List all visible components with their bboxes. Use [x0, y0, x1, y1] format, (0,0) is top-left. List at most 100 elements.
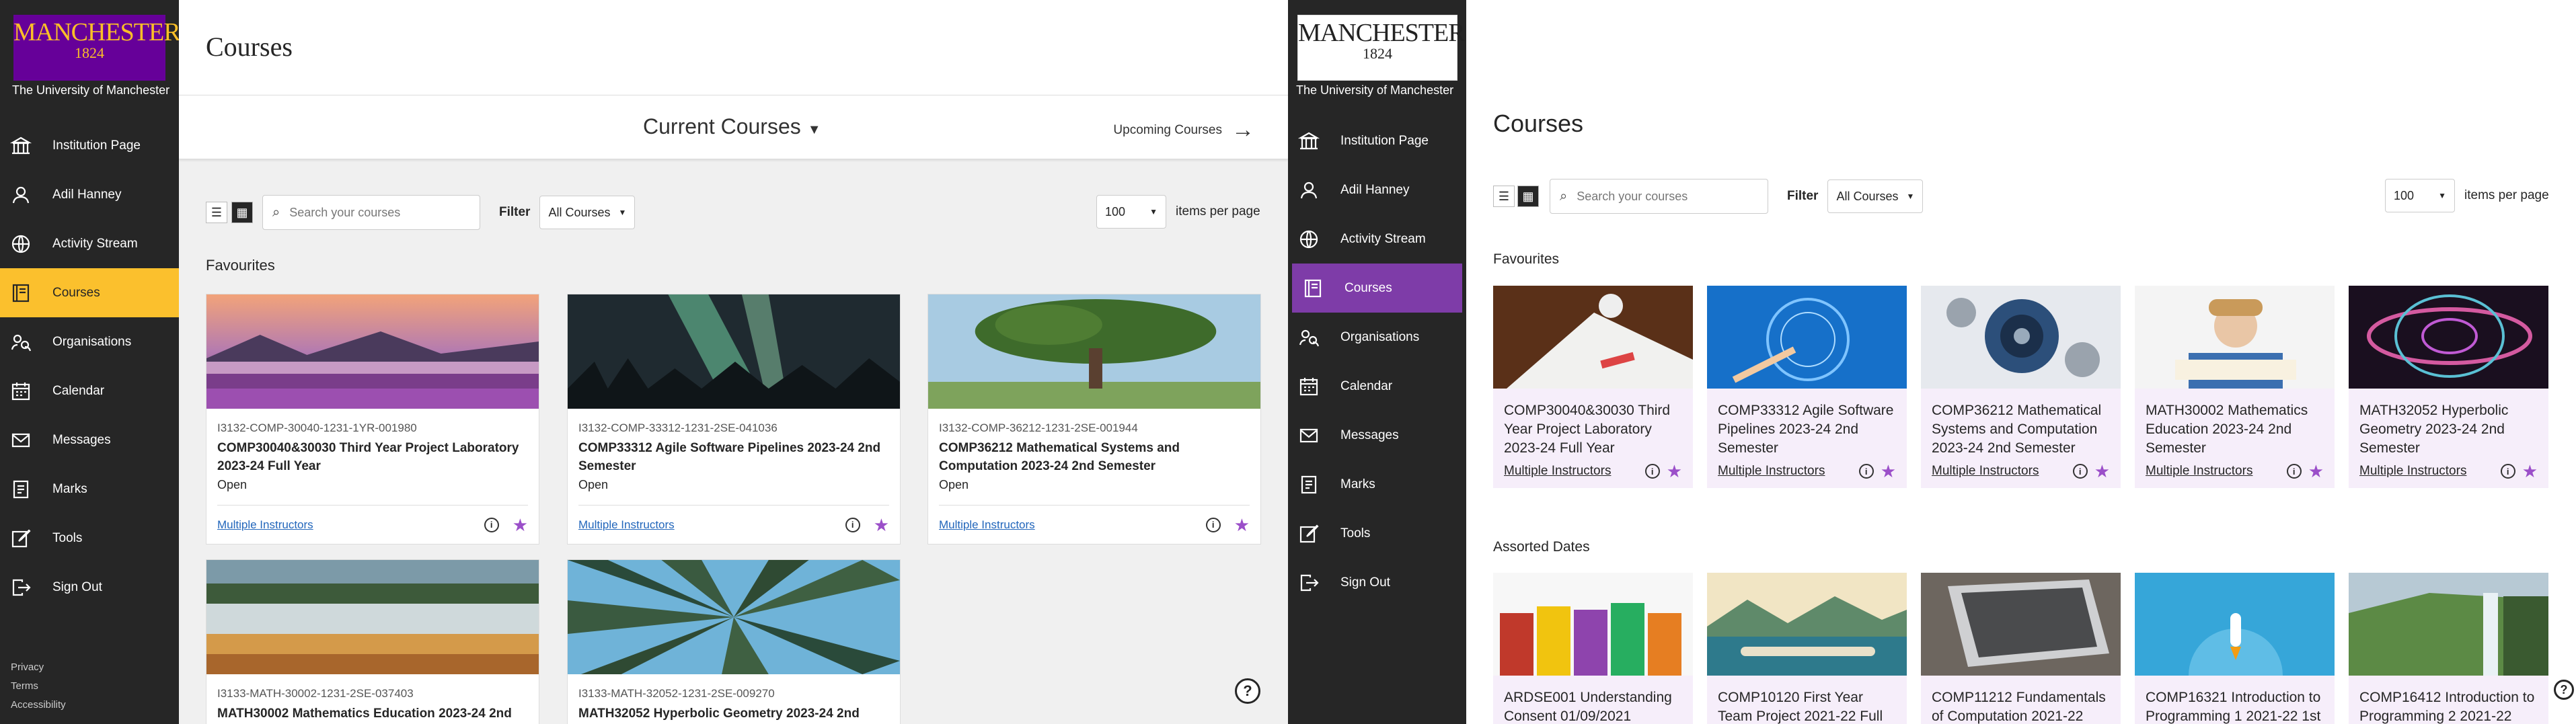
sidebar-item-sign-out[interactable]: Sign Out [0, 563, 179, 612]
course-card[interactable]: COMP10120 First Year Team Project 2021-2… [1707, 573, 1907, 724]
course-card[interactable]: COMP16321 Introduction to Programming 1 … [2135, 573, 2335, 724]
items-per-page-label: items per page [1176, 204, 1260, 218]
sidebar-item-courses[interactable]: Courses [1292, 264, 1462, 313]
right-panel: MANCHESTER 1824 The University of Manche… [1288, 0, 2576, 724]
sidebar-item-organisations[interactable]: Organisations [1288, 313, 1466, 362]
star-icon[interactable]: ★ [2522, 462, 2538, 480]
grid-view-button[interactable]: ▦ [231, 202, 253, 223]
course-card[interactable]: COMP30040&30030 Third Year Project Labor… [1493, 286, 1693, 488]
instructors-link[interactable]: Multiple Instructors [2146, 464, 2252, 479]
sidebar-item-calendar[interactable]: Calendar [0, 366, 179, 415]
privacy-link[interactable]: Privacy [11, 658, 66, 677]
sidebar-item-courses[interactable]: Courses [0, 268, 179, 317]
course-name[interactable]: COMP16321 Introduction to Programming 1 … [2146, 688, 2324, 724]
info-icon[interactable]: i [484, 517, 499, 532]
course-card[interactable]: I3133-MATH-32052-1231-2SE-009270 MATH320… [567, 559, 901, 724]
instructors-link[interactable]: Multiple Instructors [217, 518, 313, 532]
star-icon[interactable]: ★ [1881, 462, 1896, 480]
info-icon[interactable]: i [1644, 464, 1660, 479]
sidebar-item-marks[interactable]: Marks [1288, 460, 1466, 509]
course-name[interactable]: COMP33312 Agile Software Pipelines 2023-… [1718, 401, 1896, 458]
search-input[interactable]: Search your courses [1577, 190, 1688, 204]
course-name[interactable]: COMP33312 Agile Software Pipelines 2023-… [578, 439, 889, 475]
sidebar-item-calendar[interactable]: Calendar [1288, 362, 1466, 411]
search-box[interactable]: ⌕ Search your courses [1550, 179, 1768, 214]
accessibility-link[interactable]: Accessibility [11, 696, 66, 715]
course-card[interactable]: I3132-COMP-36212-1231-2SE-001944 COMP362… [927, 294, 1261, 545]
help-icon[interactable]: ? [2554, 680, 2574, 700]
instructors-link[interactable]: Multiple Instructors [1504, 464, 1611, 479]
upcoming-courses-link[interactable]: Upcoming Courses → [1113, 117, 1254, 143]
course-name[interactable]: MATH30002 Mathematics Education 2023-24 … [217, 705, 528, 723]
current-courses-dropdown[interactable]: Current Courses ▼ [643, 114, 821, 139]
star-icon[interactable]: ★ [2094, 462, 2110, 480]
info-icon[interactable]: i [2500, 464, 2515, 479]
instructors-link[interactable]: Multiple Instructors [578, 518, 675, 532]
terms-link[interactable]: Terms [11, 677, 66, 696]
course-name[interactable]: COMP36212 Mathematical Systems and Compu… [1932, 401, 2110, 458]
info-icon[interactable]: i [845, 517, 860, 532]
star-icon[interactable]: ★ [1667, 462, 1682, 480]
course-card[interactable]: COMP33312 Agile Software Pipelines 2023-… [1707, 286, 1907, 488]
sidebar-item-activity-stream[interactable]: Activity Stream [0, 219, 179, 268]
course-name[interactable]: COMP16412 Introduction to Programming 2 … [2359, 688, 2538, 724]
instructors-link[interactable]: Multiple Instructors [2359, 464, 2466, 479]
course-card[interactable]: I3132-COMP-30040-1231-1YR-001980 COMP300… [206, 294, 539, 545]
sidebar-item-organisations[interactable]: Organisations [0, 317, 179, 366]
filter-select[interactable]: All Courses ▼ [1827, 179, 1924, 213]
instructors-link[interactable]: Multiple Instructors [1932, 464, 2039, 479]
course-name[interactable]: COMP36212 Mathematical Systems and Compu… [939, 439, 1250, 475]
list-view-button[interactable]: ☰ [1493, 186, 1515, 207]
sidebar-item-adil-hanney[interactable]: Adil Hanney [0, 170, 179, 219]
course-name[interactable]: COMP30040&30030 Third Year Project Labor… [217, 439, 528, 475]
course-card[interactable]: COMP16412 Introduction to Programming 2 … [2349, 573, 2548, 724]
calendar-icon [9, 380, 32, 403]
sidebar-item-tools[interactable]: Tools [1288, 509, 1466, 558]
help-icon[interactable]: ? [1235, 678, 1260, 704]
course-name[interactable]: MATH32052 Hyperbolic Geometry 2023-24 2n… [578, 705, 889, 723]
star-icon[interactable]: ★ [2308, 462, 2324, 480]
sidebar-item-adil-hanney[interactable]: Adil Hanney [1288, 165, 1466, 214]
sidebar-item-institution-page[interactable]: Institution Page [1288, 116, 1466, 165]
course-card[interactable]: MATH32052 Hyperbolic Geometry 2023-24 2n… [2349, 286, 2548, 488]
course-card[interactable]: I3133-MATH-30002-1231-2SE-037403 MATH300… [206, 559, 539, 724]
items-per-page-select[interactable]: 100 ▼ [1096, 195, 1166, 229]
grid-view-button[interactable]: ▦ [1517, 186, 1539, 207]
info-icon[interactable]: i [1205, 517, 1221, 532]
course-card[interactable]: MATH30002 Mathematics Education 2023-24 … [2135, 286, 2335, 488]
course-name[interactable]: ARDSE001 Understanding Consent 01/09/202… [1504, 688, 1682, 724]
sidebar-item-messages[interactable]: Messages [1288, 411, 1466, 460]
university-logo[interactable]: MANCHESTER 1824 [13, 15, 181, 81]
course-id: I3133-MATH-30002-1231-2SE-037403 [217, 687, 414, 700]
sidebar-item-label: Activity Stream [52, 236, 138, 251]
sidebar-item-sign-out[interactable]: Sign Out [1288, 558, 1466, 607]
sidebar-item-messages[interactable]: Messages [0, 415, 179, 465]
sidebar-item-tools[interactable]: Tools [0, 514, 179, 563]
info-icon[interactable]: i [1858, 464, 1874, 479]
course-card[interactable]: COMP36212 Mathematical Systems and Compu… [1921, 286, 2121, 488]
sidebar-item-marks[interactable]: Marks [0, 465, 179, 514]
course-name[interactable]: COMP10120 First Year Team Project 2021-2… [1718, 688, 1896, 724]
search-input[interactable]: Search your courses [289, 206, 400, 220]
star-icon[interactable]: ★ [874, 516, 889, 534]
sidebar-item-activity-stream[interactable]: Activity Stream [1288, 214, 1466, 264]
sidebar-item-institution-page[interactable]: Institution Page [0, 121, 179, 170]
course-name[interactable]: MATH32052 Hyperbolic Geometry 2023-24 2n… [2359, 401, 2538, 458]
instructors-link[interactable]: Multiple Instructors [1718, 464, 1825, 479]
items-per-page-select[interactable]: 100 ▼ [2385, 179, 2455, 212]
university-logo[interactable]: MANCHESTER 1824 [1297, 15, 1466, 81]
search-box[interactable]: ⌕ Search your courses [262, 195, 480, 230]
star-icon[interactable]: ★ [513, 516, 528, 534]
instructors-link[interactable]: Multiple Instructors [939, 518, 1035, 532]
course-card[interactable]: COMP11212 Fundamentals of Computation 20… [1921, 573, 2121, 724]
course-card[interactable]: I3132-COMP-33312-1231-2SE-041036 COMP333… [567, 294, 901, 545]
course-card[interactable]: ARDSE001 Understanding Consent 01/09/202… [1493, 573, 1693, 724]
info-icon[interactable]: i [2072, 464, 2088, 479]
course-name[interactable]: MATH30002 Mathematics Education 2023-24 … [2146, 401, 2324, 458]
list-view-button[interactable]: ☰ [206, 202, 227, 223]
course-name[interactable]: COMP30040&30030 Third Year Project Labor… [1504, 401, 1682, 458]
course-name[interactable]: COMP11212 Fundamentals of Computation 20… [1932, 688, 2110, 724]
info-icon[interactable]: i [2286, 464, 2302, 479]
filter-select[interactable]: All Courses ▼ [539, 196, 636, 229]
star-icon[interactable]: ★ [1234, 516, 1250, 534]
